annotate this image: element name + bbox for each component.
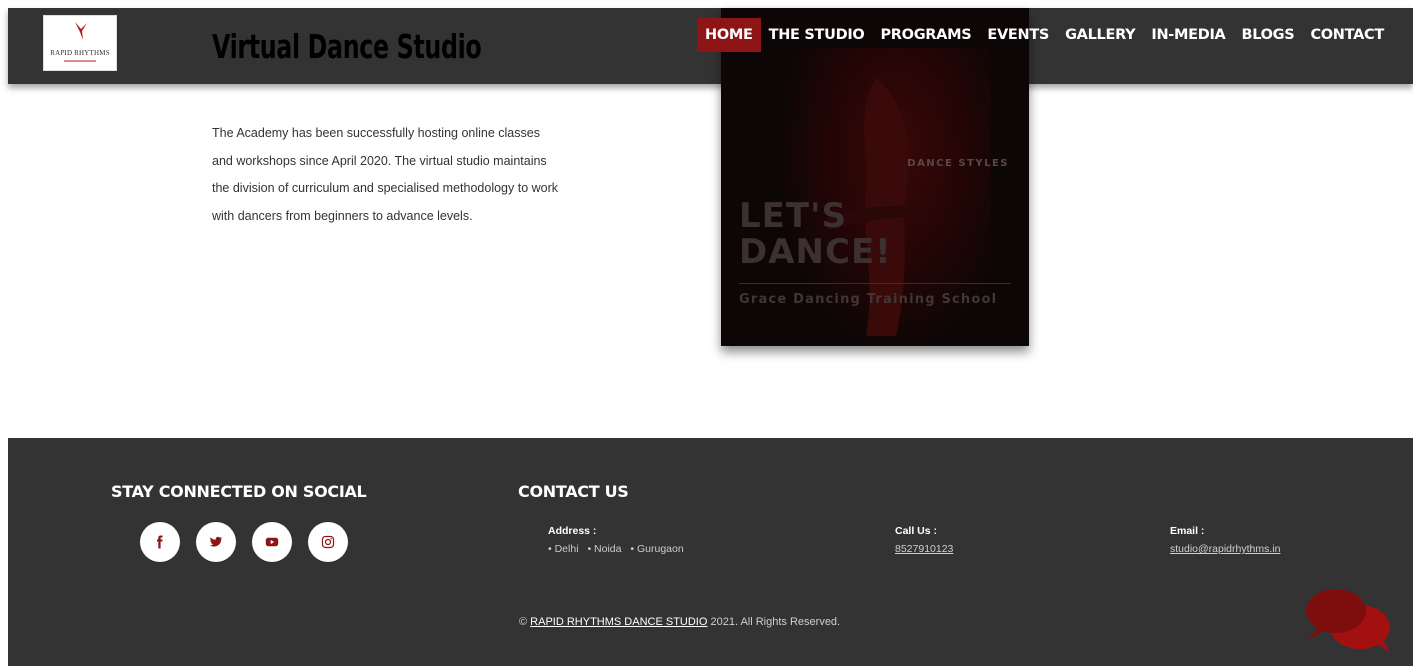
nav-item-blogs[interactable]: BLOGS	[1233, 18, 1302, 52]
copyright-brand-link[interactable]: RAPID RHYTHMS DANCE STUDIO	[530, 616, 707, 628]
poster-headline-line2: DANCE!	[739, 232, 892, 272]
logo-text: RAPID RHYTHMS	[50, 49, 110, 57]
site-logo[interactable]: RAPID RHYTHMS	[43, 15, 117, 71]
poster-styles-title: DANCE STYLES	[907, 158, 1009, 169]
poster-headline-line1: LET'S	[739, 196, 847, 236]
facebook-button[interactable]	[140, 522, 180, 562]
nav-item-gallery[interactable]: GALLERY	[1057, 18, 1143, 52]
address-list: • Delhi • Noida • Gurugaon	[548, 542, 690, 556]
instagram-icon	[321, 535, 335, 549]
facebook-icon	[157, 535, 163, 549]
copyright-suffix: 2021. All Rights Reserved.	[710, 616, 841, 628]
chat-bubbles-icon	[1306, 589, 1390, 653]
email-label: Email :	[1170, 525, 1205, 537]
youtube-button[interactable]	[252, 522, 292, 562]
nav-item-in-media[interactable]: IN-MEDIA	[1143, 18, 1233, 52]
social-links	[140, 522, 348, 562]
twitter-button[interactable]	[196, 522, 236, 562]
site-footer: STAY CONNECTED ON SOCIAL CONTACT US Addr…	[8, 438, 1413, 666]
phone-link[interactable]: 8527910123	[895, 542, 953, 556]
contact-heading: CONTACT US	[518, 482, 629, 501]
nav-item-the-studio[interactable]: THE STUDIO	[761, 18, 873, 52]
twitter-icon	[209, 536, 222, 547]
poster-headline: LET'S DANCE!	[739, 198, 892, 270]
intro-paragraph: The Academy has been successfully hostin…	[212, 126, 559, 223]
instagram-button[interactable]	[308, 522, 348, 562]
youtube-icon	[265, 537, 279, 547]
nav-item-contact[interactable]: CONTACT	[1302, 18, 1392, 52]
social-heading: STAY CONNECTED ON SOCIAL	[111, 482, 367, 501]
address-item: • Noida	[587, 543, 622, 555]
dancer-logo-icon	[75, 22, 87, 40]
address-item: • Delhi	[548, 543, 579, 555]
nav-item-programs[interactable]: PROGRAMS	[872, 18, 979, 52]
email-link[interactable]: studio@rapidrhythms.in	[1170, 542, 1280, 556]
address-block: Address : • Delhi • Noida • Gurugaon	[548, 524, 690, 556]
call-block: Call Us : 8527910123	[895, 524, 953, 556]
chat-widget-button[interactable]	[1298, 585, 1398, 655]
call-label: Call Us :	[895, 525, 938, 537]
copyright-text: © RAPID RHYTHMS DANCE STUDIO 2021. All R…	[519, 616, 840, 628]
main-nav: HOME THE STUDIO PROGRAMS EVENTS GALLERY …	[697, 18, 1392, 52]
address-item: • Gurugaon	[630, 543, 684, 555]
page-title: Virtual Dance Studio	[212, 27, 482, 66]
nav-item-events[interactable]: EVENTS	[979, 18, 1057, 52]
email-block: Email : studio@rapidrhythms.in	[1170, 524, 1280, 556]
poster-divider	[739, 283, 1011, 284]
address-label: Address :	[548, 525, 597, 537]
nav-item-home[interactable]: HOME	[697, 18, 761, 52]
poster-school-name: Grace Dancing Training School	[739, 292, 998, 307]
dance-poster-image: DANCE STYLES LET'S DANCE! Grace Dancing …	[721, 8, 1029, 346]
copyright-symbol: ©	[519, 616, 528, 628]
logo-underline	[64, 60, 96, 62]
